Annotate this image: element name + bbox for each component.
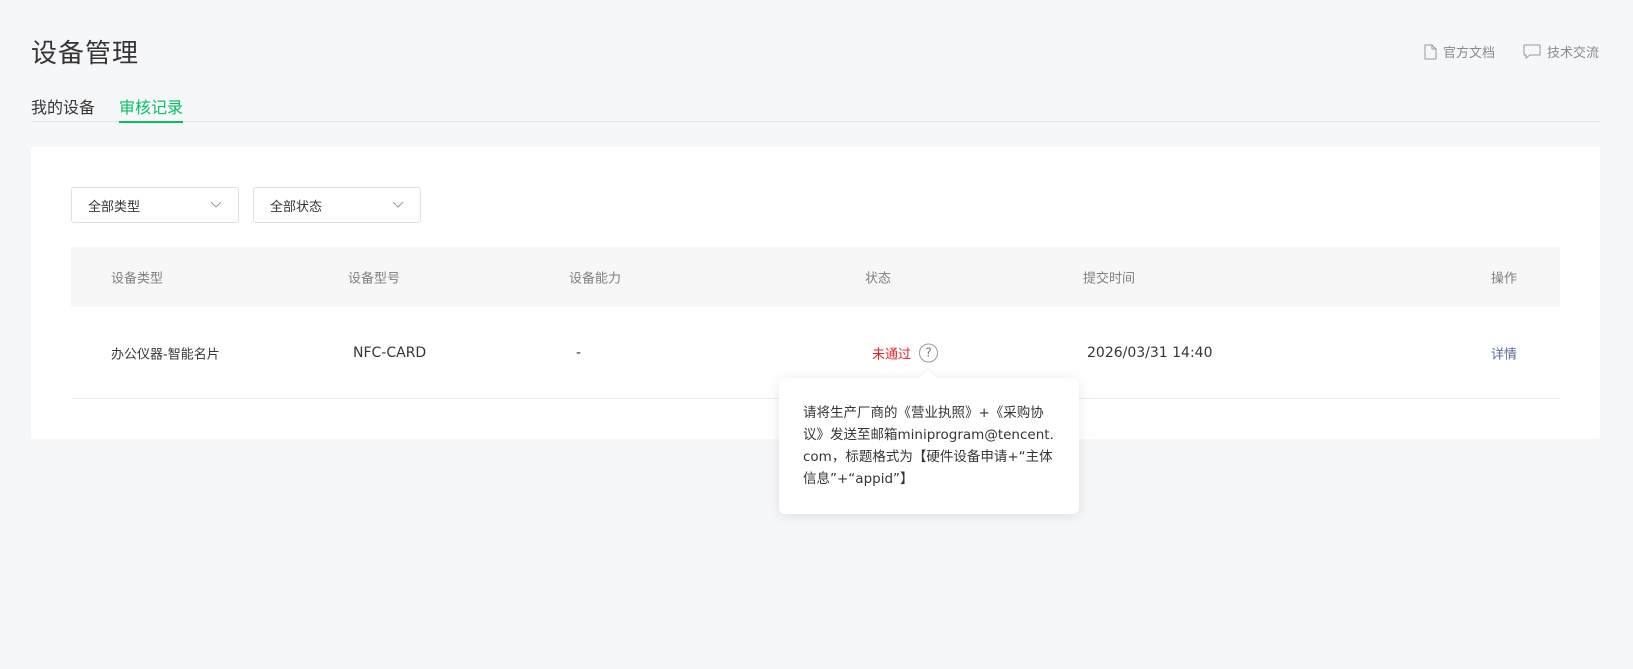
- header-links: 官方文档 技术交流: [1424, 42, 1599, 61]
- chevron-down-icon: [210, 198, 222, 213]
- column-header-actions: 操作: [1491, 271, 1518, 287]
- page-title: 设备管理: [31, 39, 140, 69]
- official-docs-label: 官方文档: [1442, 46, 1495, 61]
- cell-device-capability: -: [576, 344, 582, 361]
- column-header-status: 状态: [865, 271, 892, 287]
- chevron-down-icon: [392, 198, 404, 213]
- cell-device-model: NFC-CARD: [353, 344, 427, 361]
- tab-bar: 我的设备 审核记录: [31, 90, 1600, 123]
- status-filter-select[interactable]: 全部状态: [253, 187, 421, 223]
- cell-device-type: 办公仪器-智能名片: [111, 347, 220, 362]
- column-header-device-type: 设备类型: [111, 271, 164, 287]
- column-header-device-model: 设备型号: [348, 271, 401, 287]
- status-badge: 未通过: [872, 347, 912, 362]
- tech-discussion-link[interactable]: 技术交流: [1523, 42, 1599, 61]
- tech-discussion-label: 技术交流: [1546, 46, 1599, 61]
- column-header-submit-time: 提交时间: [1083, 271, 1136, 287]
- tab-my-devices[interactable]: 我的设备: [31, 94, 95, 122]
- document-icon: [1424, 44, 1437, 60]
- tooltip-text: 请将生产厂商的《营业执照》+《采购协议》发送至邮箱miniprogram@ten…: [803, 405, 1054, 487]
- cell-submit-time: 2026/03/31 14:40: [1087, 344, 1213, 361]
- status-filter-value: 全部状态: [270, 199, 323, 215]
- cell-status: 未通过 ?: [872, 343, 939, 362]
- column-header-device-capability: 设备能力: [569, 271, 622, 287]
- official-docs-link[interactable]: 官方文档: [1424, 42, 1495, 61]
- rejection-reason-tooltip: 请将生产厂商的《营业执照》+《采购协议》发送至邮箱miniprogram@ten…: [779, 378, 1079, 514]
- type-filter-value: 全部类型: [88, 199, 141, 215]
- device-management-page: 设备管理 官方文档 技术交流 我的设备 审核记录 全部类型 全部状态 设备类型 …: [0, 0, 1633, 669]
- details-link[interactable]: 详情: [1491, 343, 1517, 362]
- chat-icon: [1523, 44, 1541, 60]
- type-filter-select[interactable]: 全部类型: [71, 187, 239, 223]
- tab-audit-records[interactable]: 审核记录: [119, 94, 184, 123]
- table-header: 设备类型 设备型号 设备能力 状态 提交时间 操作: [71, 247, 1560, 307]
- question-mark-icon[interactable]: ?: [919, 343, 939, 362]
